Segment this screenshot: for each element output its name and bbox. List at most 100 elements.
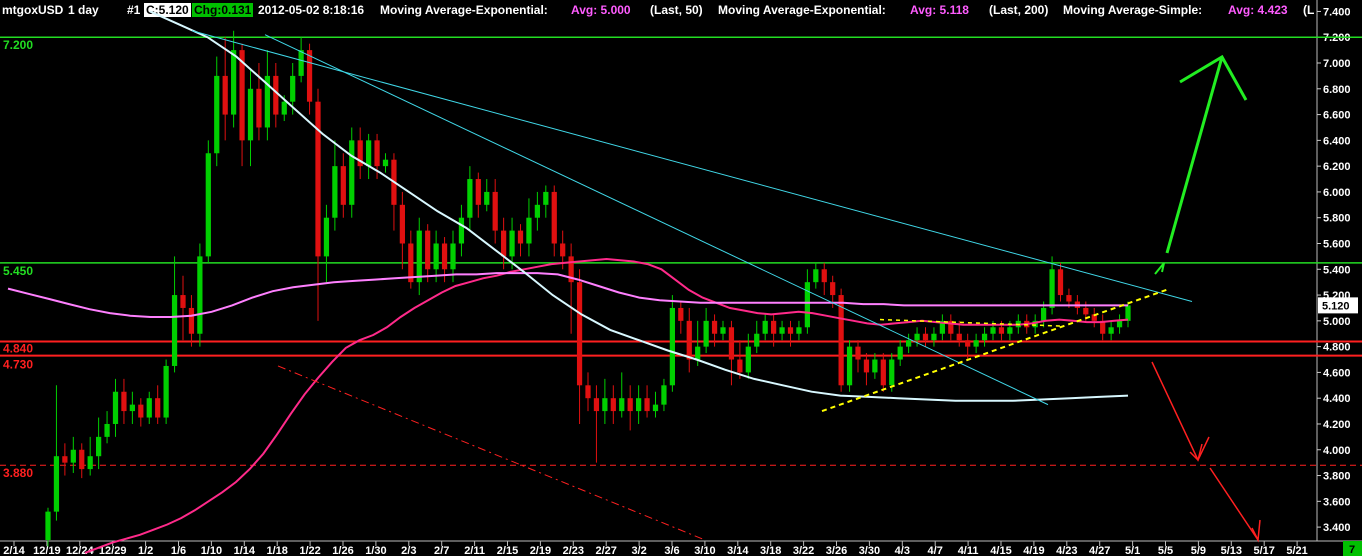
- x-tick-label: 4/23: [1056, 545, 1077, 556]
- x-tick-label: 2/27: [595, 545, 616, 556]
- candle-body: [129, 404, 135, 412]
- candle-body: [695, 346, 701, 360]
- x-tick-label: 5/13: [1221, 545, 1242, 556]
- candle-body: [593, 398, 600, 412]
- x-tick-label: 3/2: [631, 545, 646, 556]
- candle-body: [965, 340, 971, 347]
- trendline-support: [821, 287, 1171, 413]
- candle-body: [1116, 320, 1123, 328]
- x-tick-label: 5/1: [1125, 545, 1140, 556]
- candle-body: [551, 191, 557, 244]
- candle-body: [627, 398, 633, 412]
- candle-body: [1041, 307, 1047, 321]
- candle-body: [754, 333, 760, 347]
- candle-body: [897, 346, 903, 360]
- candle-body: [914, 333, 920, 341]
- x-tick-label: 3/26: [826, 545, 847, 556]
- candle-body: [830, 282, 836, 296]
- candle-body: [146, 398, 152, 418]
- candle-body: [517, 230, 524, 244]
- candle-body: [703, 320, 709, 347]
- candle-body: [585, 385, 591, 399]
- candle-body: [1125, 305, 1131, 321]
- candle-body: [104, 423, 110, 437]
- candle-body: [1057, 269, 1064, 296]
- candle-body: [290, 75, 296, 102]
- price-chart[interactable]: 7.400 7.200 7.000 6.800 6.600 6.400 6.200 6.000…: [0, 0, 1362, 556]
- candle-body: [863, 359, 870, 373]
- candle-body: [382, 159, 389, 167]
- candle-body: [922, 333, 929, 341]
- candle-body: [686, 320, 692, 360]
- y-tick-label: 7.400: [1323, 6, 1351, 18]
- x-tick-label: 4/7: [928, 545, 943, 556]
- arrow-down-2: [1209, 467, 1259, 541]
- candle-body: [1007, 327, 1013, 334]
- x-tick-label: 4/11: [958, 545, 979, 556]
- x-tick-label: 5/21: [1286, 545, 1307, 556]
- candle-body: [931, 333, 937, 341]
- candle-body: [315, 101, 321, 257]
- x-tick-label: 1/30: [365, 545, 386, 556]
- candle-body: [492, 191, 498, 231]
- y-tick-label: 3.400: [1323, 522, 1351, 534]
- candle-body: [720, 327, 726, 334]
- candle-body: [366, 140, 372, 167]
- arrow-small-up: [1154, 262, 1165, 275]
- candle-body: [155, 398, 161, 418]
- candle-body: [171, 295, 178, 366]
- candle-body: [728, 327, 735, 360]
- x-tick-label: 3/18: [760, 545, 781, 556]
- x-tick-label: 1/6: [171, 545, 186, 556]
- candle-body: [188, 307, 195, 334]
- candle-body: [509, 230, 515, 257]
- candle-body: [484, 191, 490, 205]
- candle-body: [560, 243, 566, 257]
- y-tick-label: 6.000: [1323, 187, 1351, 199]
- candle-body: [762, 320, 768, 334]
- candle-body: [855, 346, 861, 360]
- x-tick-label: 4/15: [990, 545, 1011, 556]
- x-tick-label: 1/18: [266, 545, 287, 556]
- x-tick-label: 1/26: [332, 545, 353, 556]
- candle-body: [990, 327, 996, 334]
- x-tick-label: 2/19: [530, 545, 551, 556]
- candle-body: [416, 230, 422, 283]
- x-tick-label: 1/2: [138, 545, 153, 556]
- candle-body: [956, 333, 962, 341]
- candle-body: [737, 359, 743, 373]
- trendline-red-projection: [277, 365, 706, 541]
- candle-body: [576, 282, 583, 386]
- y-tick-label: 4.600: [1323, 367, 1351, 379]
- candle-body: [661, 385, 667, 405]
- candle-body: [231, 50, 237, 115]
- candle-body: [441, 243, 448, 270]
- candle-body: [256, 88, 262, 128]
- level-label: 4.840: [3, 341, 33, 355]
- x-tick-label: 4/19: [1023, 545, 1044, 556]
- candle-body: [771, 320, 777, 334]
- corner-badge-label: 7: [1349, 544, 1355, 556]
- x-tick-label: 2/11: [464, 545, 485, 556]
- x-tick-label: 2/23: [563, 545, 584, 556]
- x-tick-label: 12/19: [33, 545, 61, 556]
- candle-body: [678, 307, 684, 321]
- x-tick-label: 2/3: [401, 545, 416, 556]
- y-tick-label: 6.400: [1323, 135, 1351, 147]
- y-tick-label: 5.800: [1323, 213, 1351, 225]
- y-tick-label: 5.000: [1323, 316, 1351, 328]
- candle-body: [87, 456, 93, 470]
- candle-body: [323, 217, 330, 257]
- y-tick-label: 4.800: [1323, 342, 1351, 354]
- candle-body: [112, 391, 119, 424]
- x-tick-label: 2/15: [497, 545, 518, 556]
- candle-body: [349, 140, 355, 205]
- level-label: 7.200: [3, 38, 33, 52]
- x-tick-label: 3/14: [727, 545, 749, 556]
- candle-body: [96, 436, 102, 457]
- y-tick-label: 4.000: [1323, 445, 1351, 457]
- candle-body: [602, 398, 608, 412]
- y-tick-label: 3.800: [1323, 471, 1351, 483]
- y-tick-label: 5.600: [1323, 238, 1351, 250]
- x-tick-label: 3/10: [694, 545, 715, 556]
